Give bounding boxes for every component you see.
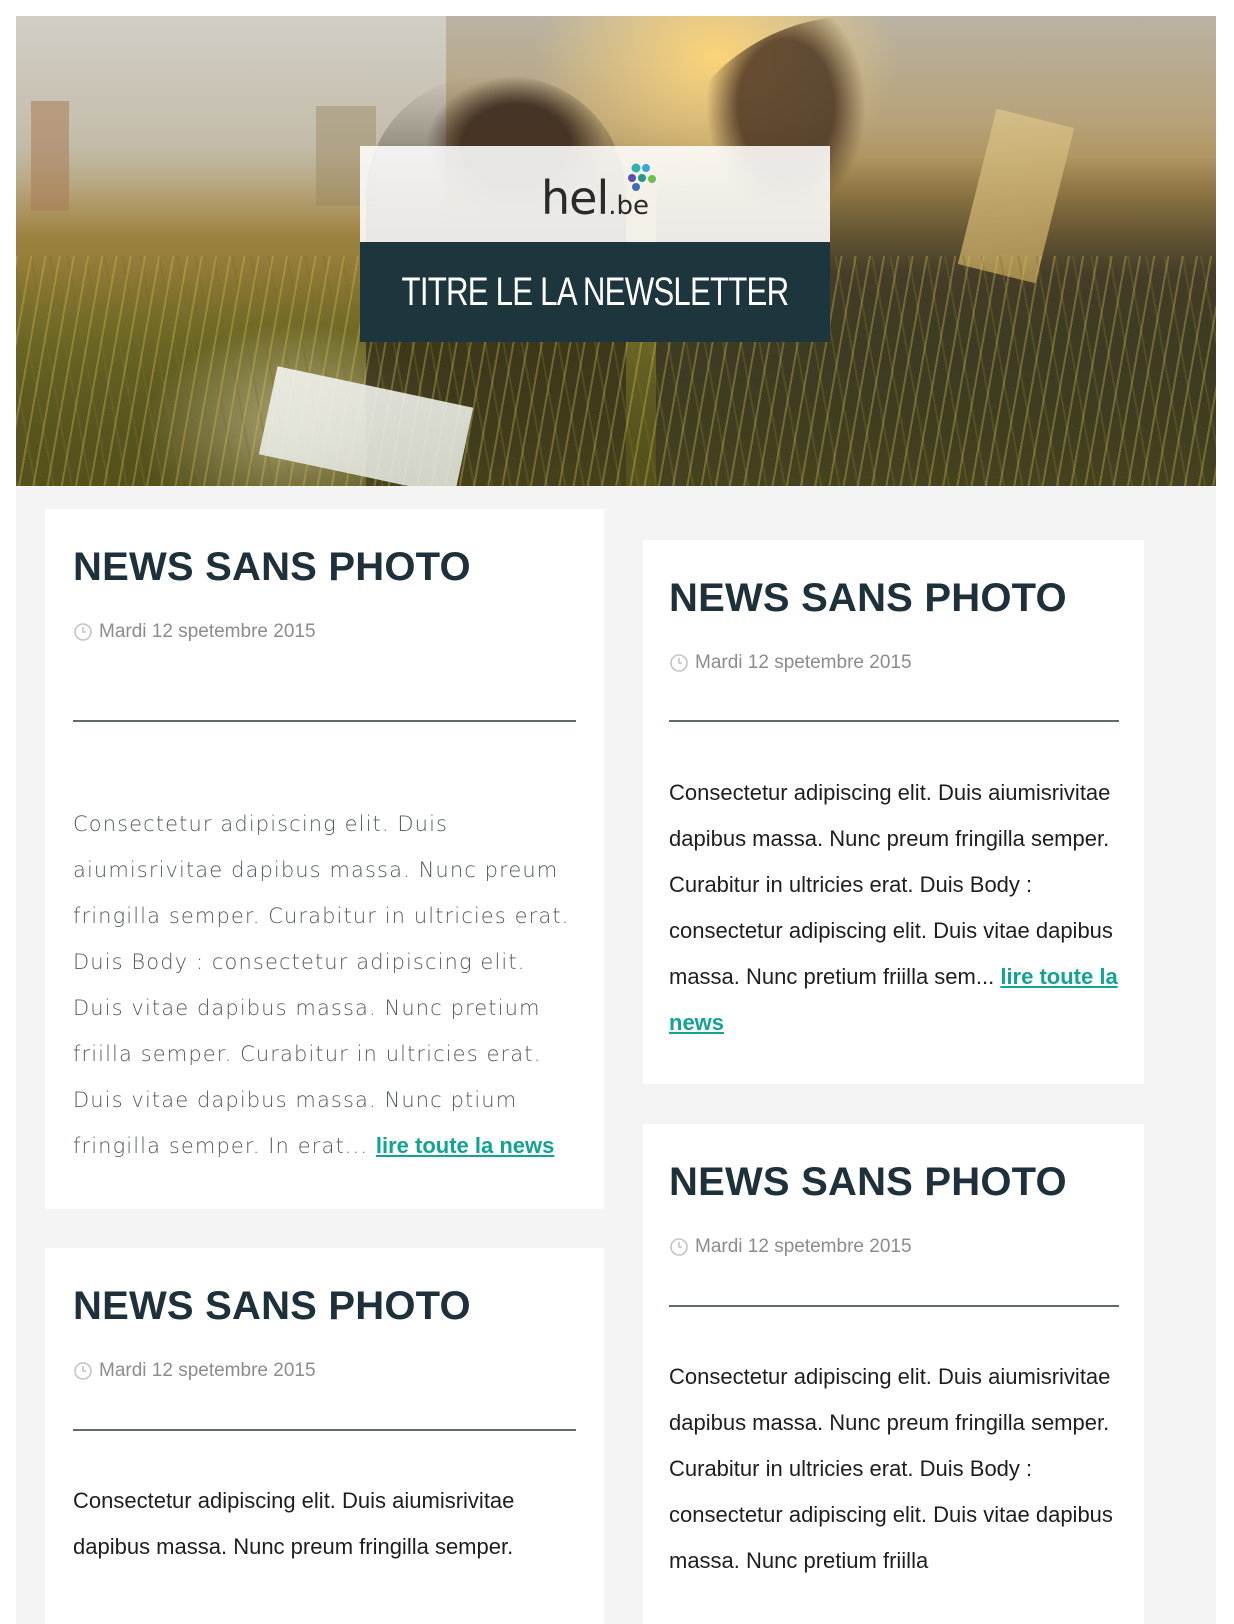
newsletter-title: TITRE LE LA NEWSLETTER: [401, 269, 790, 314]
news-divider: [73, 720, 576, 722]
news-body: Consectetur adipiscing elit. Duis aiumis…: [669, 770, 1125, 1046]
news-date-text: Mardi 12 spetembre 2015: [695, 652, 912, 673]
news-divider: [669, 1305, 1119, 1307]
news-date-text: Mardi 12 spetembre 2015: [99, 621, 316, 642]
news-divider: [73, 1429, 576, 1431]
news-body-text: Consectetur adipiscing elit. Duis aiumis…: [669, 1364, 1113, 1573]
news-card: NEWS SANS PHOTO Mardi 12 spetembre 2015 …: [643, 540, 1144, 1084]
news-date: Mardi 12 spetembre 2015: [669, 1236, 912, 1258]
news-date: Mardi 12 spetembre 2015: [73, 621, 316, 643]
clock-icon: [74, 623, 92, 641]
news-date: Mardi 12 spetembre 2015: [73, 1360, 316, 1382]
newsletter-title-band: TITRE LE LA NEWSLETTER: [360, 242, 830, 342]
news-body-text: Consectetur adipiscing elit. Duis aiumis…: [73, 812, 570, 1158]
news-title: NEWS SANS PHOTO: [669, 1160, 1067, 1204]
newsletter-page: hel.be TITRE LE LA NEWSLETTER NEWS SANS …: [16, 16, 1216, 1624]
news-card: NEWS SANS PHOTO Mardi 12 spetembre 2015 …: [45, 1248, 604, 1624]
news-body-text: Consectetur adipiscing elit. Duis aiumis…: [73, 1488, 515, 1559]
news-date-text: Mardi 12 spetembre 2015: [99, 1360, 316, 1381]
logo-dots-icon: [628, 163, 656, 191]
news-title: NEWS SANS PHOTO: [73, 1284, 471, 1328]
news-body: Consectetur adipiscing elit. Duis aiumis…: [73, 801, 576, 1169]
news-body: Consectetur adipiscing elit. Duis aiumis…: [73, 1478, 553, 1570]
clock-icon: [670, 654, 688, 672]
read-more-link[interactable]: lire toute la news: [376, 1133, 555, 1158]
news-divider: [669, 720, 1119, 722]
news-date: Mardi 12 spetembre 2015: [669, 652, 912, 674]
logo-main-text: hel: [540, 171, 609, 225]
logo-panel: hel.be: [360, 146, 830, 242]
news-body-text: Consectetur adipiscing elit. Duis aiumis…: [669, 780, 1113, 989]
news-card: NEWS SANS PHOTO Mardi 12 spetembre 2015 …: [45, 509, 604, 1209]
clock-icon: [74, 1362, 92, 1380]
news-title: NEWS SANS PHOTO: [669, 576, 1067, 620]
hero-banner: hel.be TITRE LE LA NEWSLETTER: [16, 16, 1216, 486]
news-title: NEWS SANS PHOTO: [73, 545, 471, 589]
news-body: Consectetur adipiscing elit. Duis aiumis…: [669, 1354, 1125, 1584]
news-date-text: Mardi 12 spetembre 2015: [695, 1236, 912, 1257]
news-card: NEWS SANS PHOTO Mardi 12 spetembre 2015 …: [643, 1124, 1144, 1624]
clock-icon: [670, 1238, 688, 1256]
